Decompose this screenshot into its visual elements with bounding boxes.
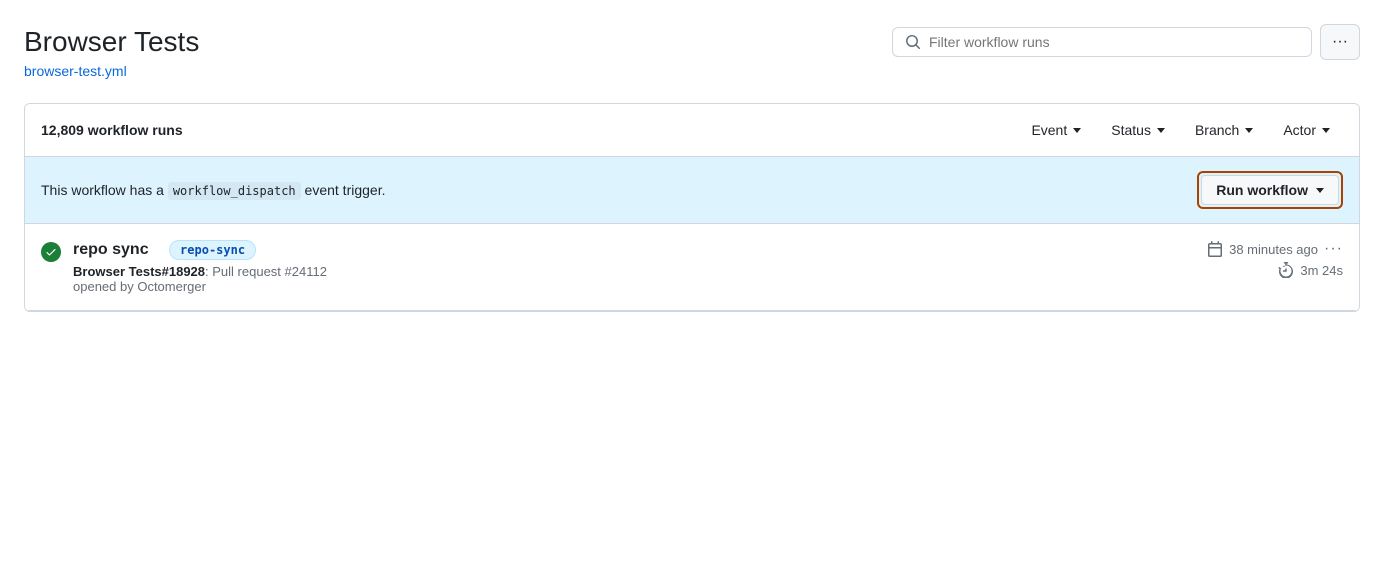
actor-filter-button[interactable]: Actor: [1270, 116, 1343, 144]
filter-dropdowns: Event Status Branch Actor: [1018, 116, 1343, 144]
dispatch-code: workflow_dispatch: [168, 182, 301, 200]
run-options-icon[interactable]: ···: [1324, 240, 1343, 258]
dispatch-text-before: This workflow has a: [41, 182, 164, 198]
branch-filter-button[interactable]: Branch: [1182, 116, 1266, 144]
success-icon: [41, 242, 61, 262]
dispatch-banner: This workflow has a workflow_dispatch ev…: [25, 157, 1359, 224]
stopwatch-icon: [1278, 262, 1294, 278]
chevron-down-icon: [1245, 128, 1253, 133]
dispatch-text-after: event trigger.: [305, 182, 386, 198]
search-icon: [905, 34, 921, 50]
run-detail: : Pull request #24112: [205, 264, 327, 279]
status-filter-button[interactable]: Status: [1098, 116, 1178, 144]
search-box: [892, 27, 1312, 57]
page-title: Browser Tests: [24, 24, 199, 59]
workflow-count: 12,809 workflow runs: [41, 122, 183, 138]
calendar-icon: [1207, 241, 1223, 257]
filter-bar: 12,809 workflow runs Event Status Branch…: [25, 104, 1359, 157]
run-meta: 38 minutes ago ··· 3m 24s: [1207, 240, 1343, 278]
run-meta-duration: 3m 24s: [1278, 262, 1343, 278]
header-right: ···: [892, 24, 1360, 60]
run-workflow-name: Browser Tests: [73, 264, 162, 279]
chevron-down-icon: [1157, 128, 1165, 133]
chevron-down-icon: [1316, 188, 1324, 193]
run-title: repo sync repo-sync: [73, 240, 1195, 260]
table-row: repo sync repo-sync Browser Tests#18928:…: [25, 224, 1359, 311]
run-meta-time: 38 minutes ago ···: [1207, 240, 1343, 258]
header-left: Browser Tests browser-test.yml: [24, 24, 199, 79]
more-options-button[interactable]: ···: [1320, 24, 1360, 60]
run-number: #18928: [162, 264, 205, 279]
run-author: opened by Octomerger: [73, 279, 206, 294]
chevron-down-icon: [1073, 128, 1081, 133]
search-input[interactable]: [929, 34, 1299, 50]
page-header: Browser Tests browser-test.yml ···: [24, 24, 1360, 79]
chevron-down-icon: [1322, 128, 1330, 133]
workflow-panel: 12,809 workflow runs Event Status Branch…: [24, 103, 1360, 312]
run-workflow-button-wrapper: Run workflow: [1197, 171, 1343, 209]
run-status-icon: [41, 242, 61, 262]
run-workflow-button[interactable]: Run workflow: [1201, 175, 1339, 205]
run-time: 38 minutes ago: [1229, 242, 1318, 257]
run-info: repo sync repo-sync Browser Tests#18928:…: [73, 240, 1195, 294]
run-badge[interactable]: repo-sync: [169, 240, 256, 260]
run-duration: 3m 24s: [1300, 263, 1343, 278]
workflow-file-link[interactable]: browser-test.yml: [24, 63, 127, 79]
event-filter-button[interactable]: Event: [1018, 116, 1094, 144]
dispatch-message: This workflow has a workflow_dispatch ev…: [41, 182, 385, 198]
run-subtitle: Browser Tests#18928: Pull request #24112…: [73, 264, 1195, 294]
